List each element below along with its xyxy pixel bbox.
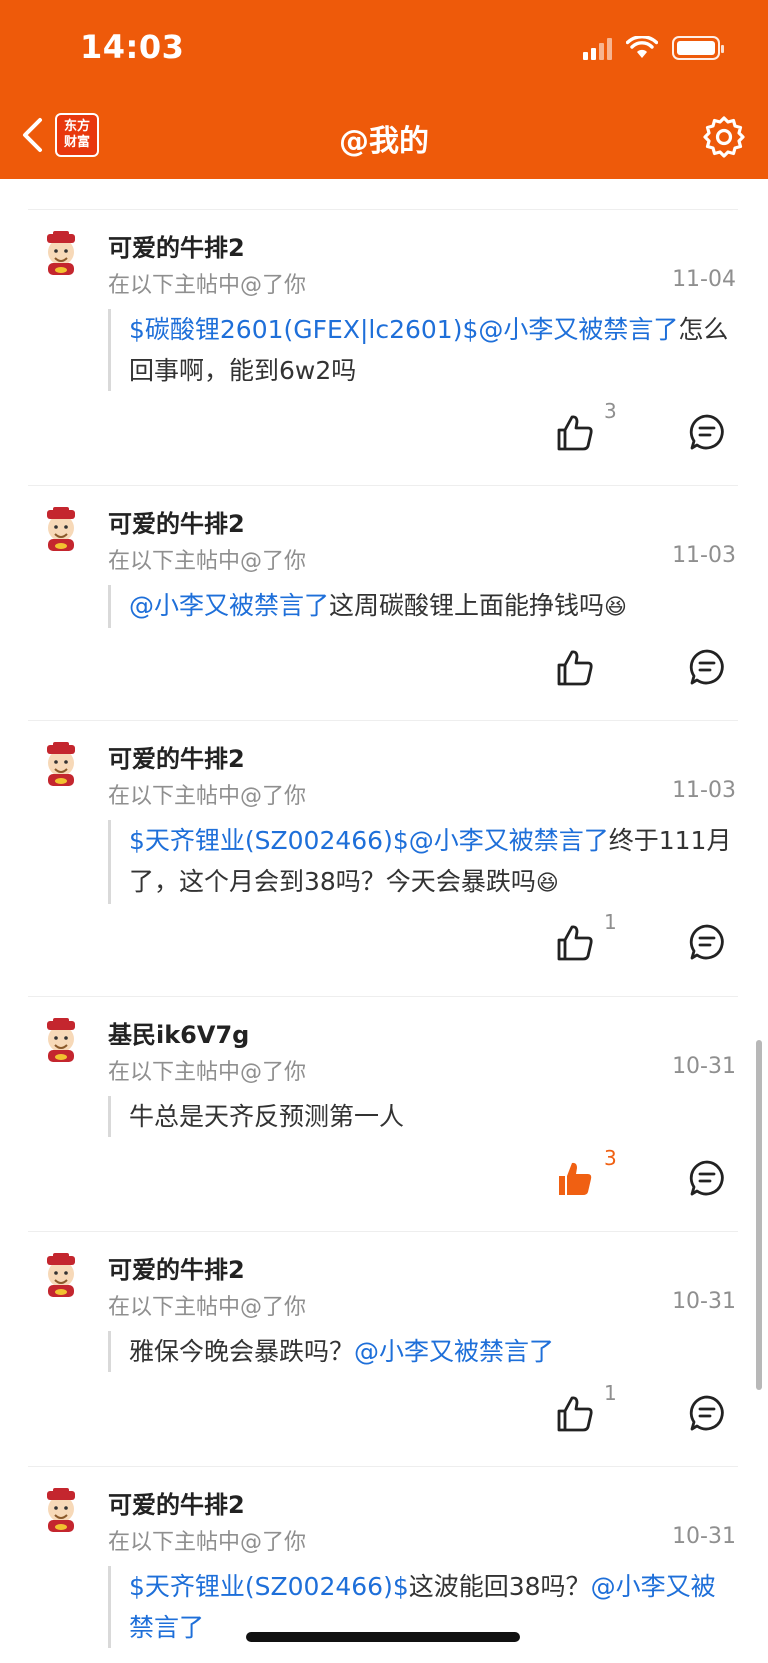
status-time: 14:03 (80, 28, 185, 66)
avatar-icon (47, 507, 75, 551)
comment-bubble-icon[interactable] (688, 1394, 726, 1432)
comment-bubble-icon[interactable] (688, 413, 726, 451)
post-date: 10-31 (672, 1524, 736, 1549)
stock-mention-link[interactable]: $天齐锂业(SZ002466)$@小李又被禁言了 (129, 826, 609, 855)
username[interactable]: 基民ik6V7g (108, 1015, 249, 1050)
page-title: @我的 (339, 124, 429, 159)
mention-item[interactable]: 可爱的牛排2 在以下主帖中@了你 11-03 $天齐锂业(SZ002466)$@… (0, 721, 768, 997)
stock-mention-link[interactable]: $碳酸锂2601(GFEX|lc2601)$@小李又被禁言了 (129, 315, 678, 344)
top-bar: 14:03 东方 财富 @我的 (0, 0, 768, 179)
avatar-icon (47, 1018, 75, 1062)
mention-item[interactable]: 可爱的牛排2 在以下主帖中@了你 11-04 $碳酸锂2601(GFEX|lc2… (0, 210, 768, 486)
cellular-signal-icon (583, 36, 612, 60)
mention-subline: 在以下主帖中@了你 (108, 273, 307, 298)
like-thumb-icon[interactable] (555, 923, 595, 963)
post-text: 这周碳酸锂上面能挣钱吗 (329, 591, 605, 620)
like-count: 3 (604, 399, 617, 423)
laughing-emoji-icon: 😆 (535, 871, 559, 896)
avatar-icon (47, 231, 75, 275)
user-mention-link[interactable]: @小李又被禁言了 (354, 1337, 554, 1366)
like-count: 3 (604, 1146, 617, 1170)
username[interactable]: 可爱的牛排2 (108, 1485, 245, 1520)
quoted-post[interactable]: $碳酸锂2601(GFEX|lc2601)$@小李又被禁言了怎么回事啊，能到6w… (108, 309, 736, 391)
quoted-post[interactable]: $天齐锂业(SZ002466)$@小李又被禁言了终于111月了，这个月会到38吗… (108, 820, 736, 904)
quoted-post[interactable]: @小李又被禁言了这周碳酸锂上面能挣钱吗😆 (108, 585, 736, 628)
post-date: 11-03 (672, 778, 736, 803)
like-count: 1 (604, 1381, 617, 1405)
quoted-post[interactable]: 牛总是天齐反预测第一人 (108, 1096, 736, 1137)
username[interactable]: 可爱的牛排2 (108, 504, 245, 539)
post-date: 11-04 (672, 267, 736, 292)
mention-subline: 在以下主帖中@了你 (108, 784, 307, 809)
scrollbar[interactable] (756, 1040, 762, 1390)
like-thumb-icon[interactable] (555, 648, 595, 688)
post-text: 雅保今晚会暴跌吗？ (129, 1337, 355, 1366)
username[interactable]: 可爱的牛排2 (108, 1250, 245, 1285)
laughing-emoji-icon: 😆 (604, 595, 627, 620)
post-date: 11-03 (672, 543, 736, 568)
like-thumb-icon[interactable] (555, 1394, 595, 1434)
mention-subline: 在以下主帖中@了你 (108, 549, 307, 574)
settings-gear-icon[interactable] (702, 114, 746, 158)
comment-bubble-icon[interactable] (688, 923, 726, 961)
quoted-post[interactable]: 雅保今晚会暴跌吗？@小李又被禁言了 (108, 1331, 736, 1372)
battery-icon (672, 36, 724, 60)
like-count: 1 (604, 910, 617, 934)
mention-subline: 在以下主帖中@了你 (108, 1530, 307, 1555)
mention-item[interactable]: 基民ik6V7g 在以下主帖中@了你 10-31 牛总是天齐反预测第一人 3 (0, 997, 768, 1232)
comment-bubble-icon[interactable] (688, 648, 726, 686)
mention-subline: 在以下主帖中@了你 (108, 1295, 307, 1320)
app-screen: 14:03 东方 财富 @我的 可爱的牛排2 在以下主帖中@了你 11-04 $… (0, 0, 768, 1663)
username[interactable]: 可爱的牛排2 (108, 739, 245, 774)
user-mention-link[interactable]: @小李又被禁言了 (129, 591, 329, 620)
post-text: 牛总是天齐反预测第一人 (129, 1102, 405, 1131)
avatar-icon (47, 742, 75, 786)
status-icons (583, 36, 724, 60)
mention-item[interactable]: 可爱的牛排2 在以下主帖中@了你 11-03 @小李又被禁言了这周碳酸锂上面能挣… (0, 486, 768, 721)
comment-bubble-icon[interactable] (688, 1159, 726, 1197)
avatar-icon (47, 1488, 75, 1532)
mention-item[interactable]: 可爱的牛排2 在以下主帖中@了你 10-31 雅保今晚会暴跌吗？@小李又被禁言了… (0, 1232, 768, 1467)
post-text: 这波能回38吗？ (408, 1572, 591, 1601)
mention-subline: 在以下主帖中@了你 (108, 1060, 307, 1085)
post-date: 10-31 (672, 1054, 736, 1079)
username[interactable]: 可爱的牛排2 (108, 228, 245, 263)
like-thumb-filled-icon[interactable] (555, 1159, 595, 1199)
like-thumb-icon[interactable] (555, 413, 595, 453)
post-date: 10-31 (672, 1289, 736, 1314)
avatar-icon (47, 1253, 75, 1297)
wifi-icon (626, 36, 658, 58)
stock-mention-link[interactable]: $天齐锂业(SZ002466)$ (129, 1572, 409, 1601)
home-indicator[interactable] (246, 1632, 520, 1642)
